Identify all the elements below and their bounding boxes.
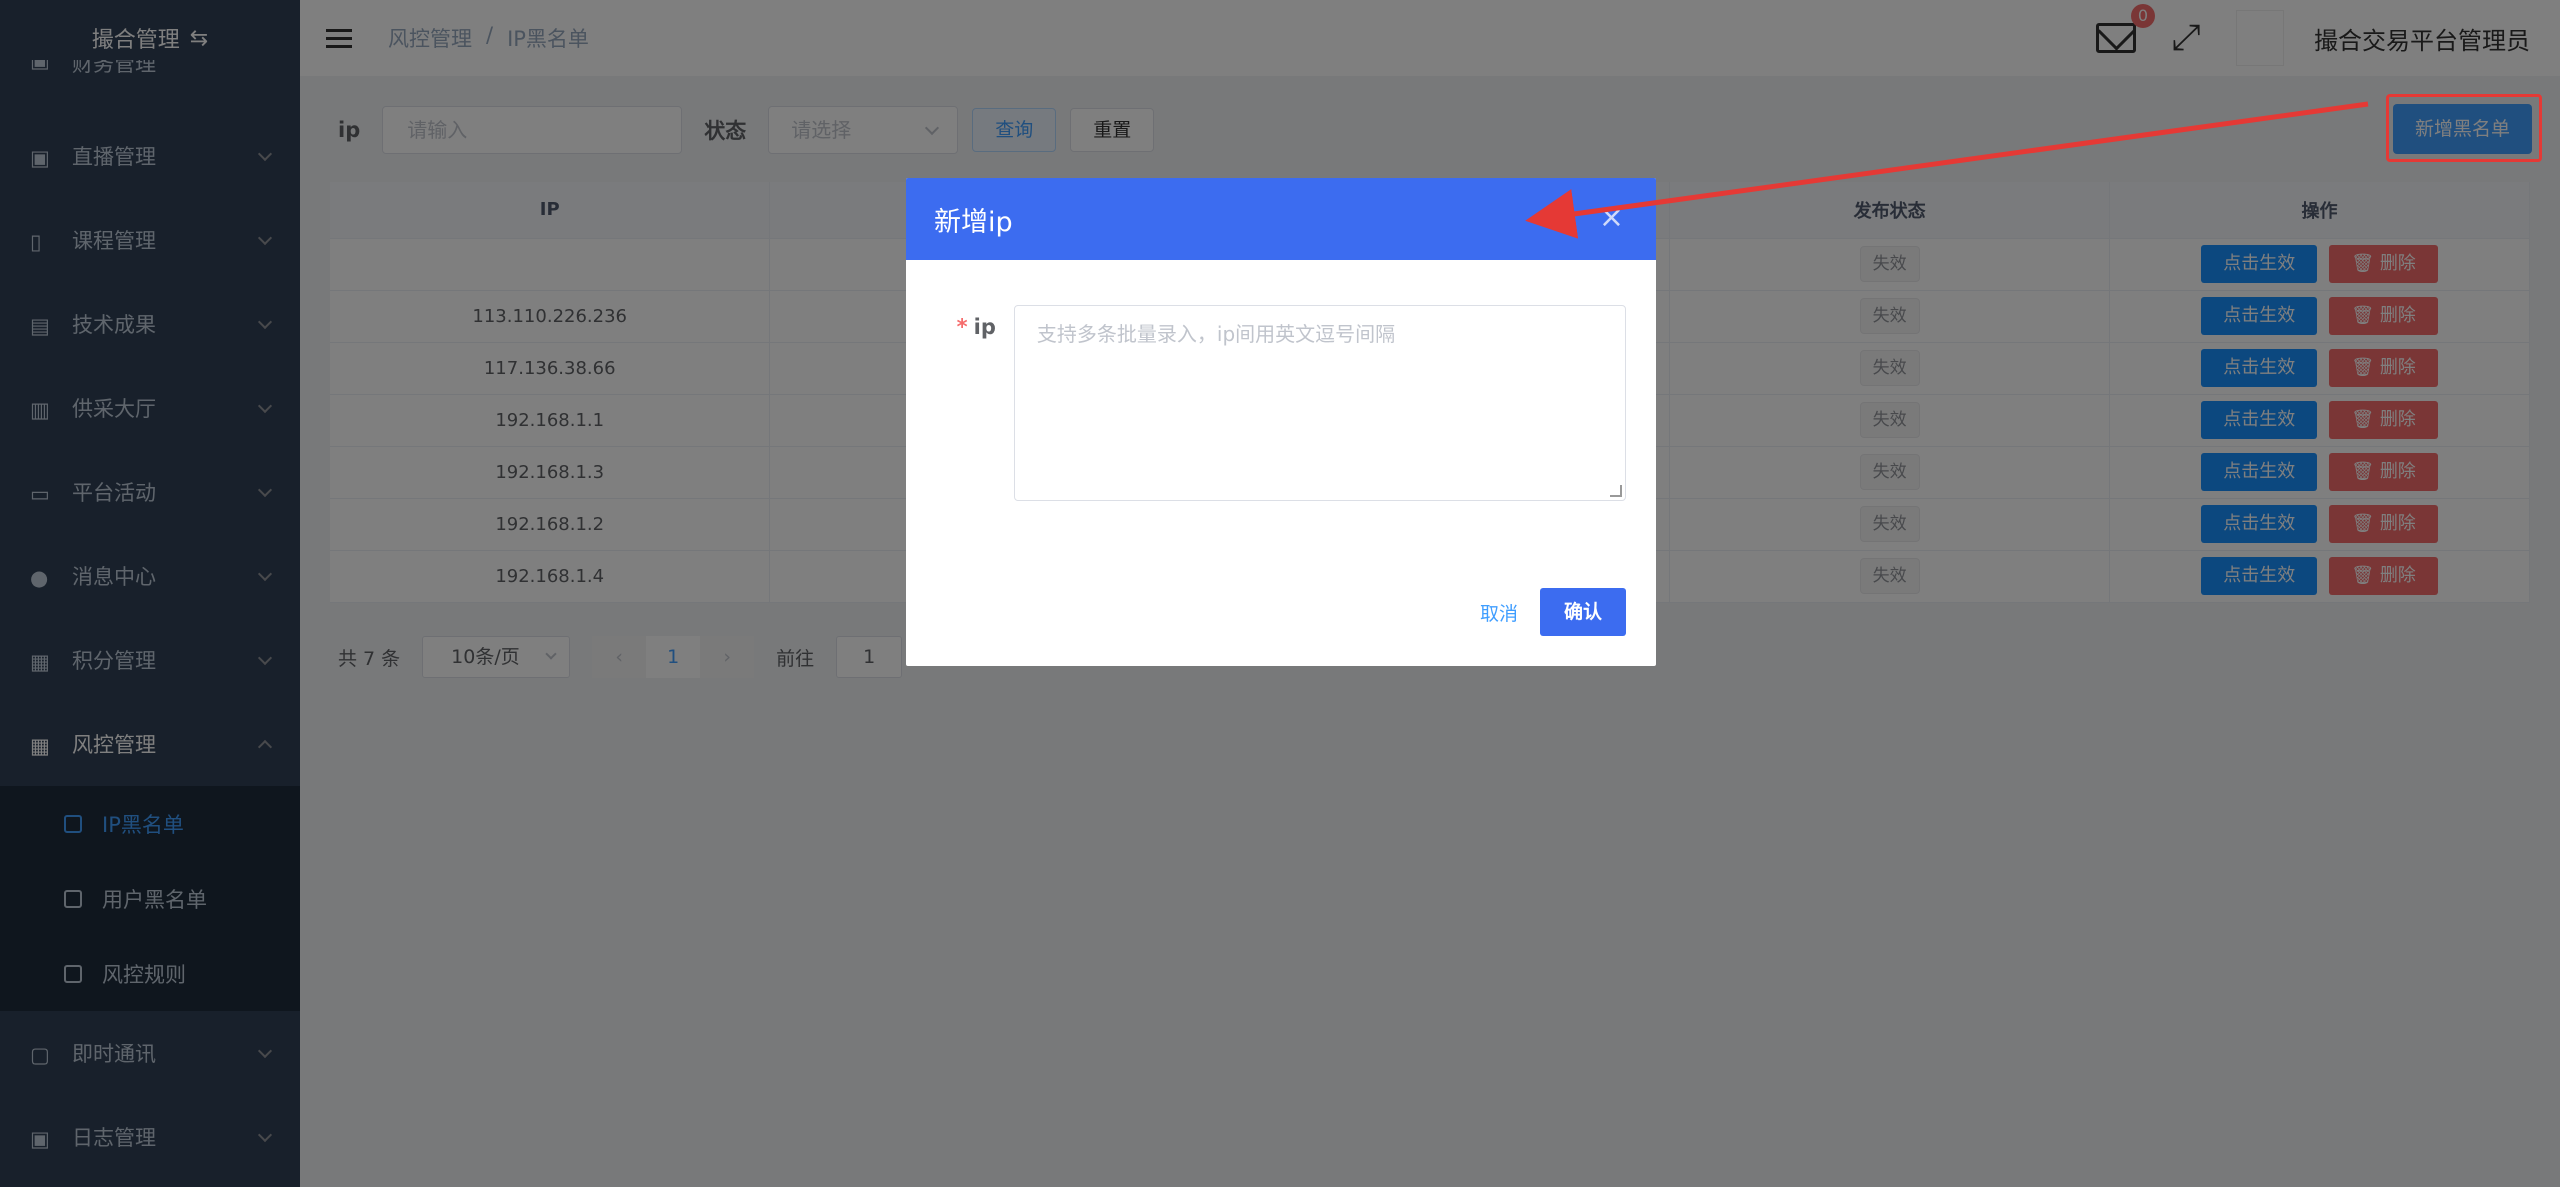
annotation-highlight-box: [2386, 94, 2542, 162]
close-icon[interactable]: ×: [1599, 200, 1624, 235]
required-mark: *: [956, 315, 968, 339]
ip-form-label: * ip: [936, 305, 1014, 501]
cancel-button[interactable]: 取消: [1480, 599, 1518, 626]
ip-form-label-text: ip: [973, 315, 996, 339]
dialog-header: 新增ip ×: [906, 178, 1656, 260]
dialog-footer: 取消 确认: [1480, 588, 1626, 636]
ip-textarea[interactable]: 支持多条批量录入，ip间用英文逗号间隔: [1013, 305, 1626, 501]
ip-textarea-placeholder: 支持多条批量录入，ip间用英文逗号间隔: [1036, 322, 1396, 346]
confirm-button[interactable]: 确认: [1539, 588, 1626, 636]
dialog-body: * ip 支持多条批量录入，ip间用英文逗号间隔: [906, 260, 1656, 501]
dialog-title: 新增ip: [934, 206, 1013, 238]
add-ip-dialog: 新增ip × * ip 支持多条批量录入，ip间用英文逗号间隔 取消 确认: [906, 178, 1656, 666]
resize-handle-icon[interactable]: [1610, 485, 1622, 497]
